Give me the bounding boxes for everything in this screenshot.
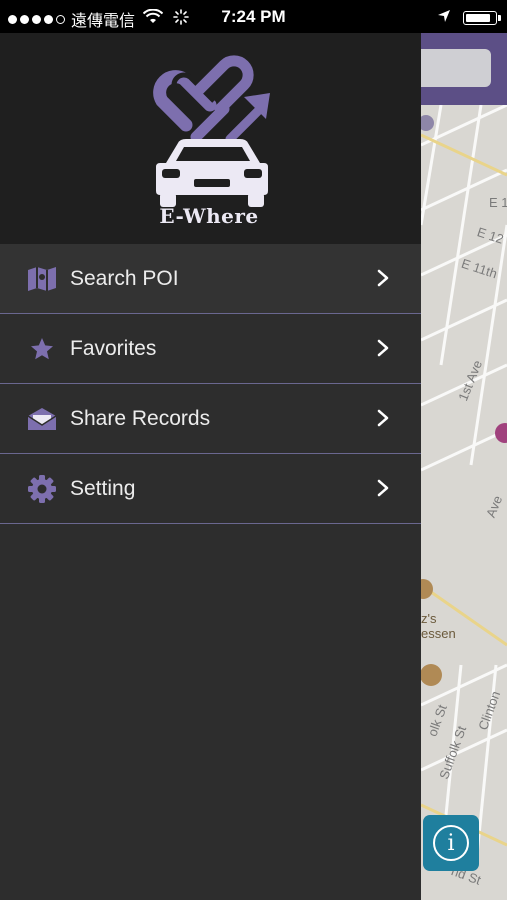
map-poi-label: essen	[421, 626, 456, 641]
chevron-right-icon	[375, 268, 391, 288]
drawer-menu: Search POI Favorites Share Records Setti…	[0, 244, 421, 524]
map-view[interactable]: E 1 E 12 E 11th 1st Ave Ave z's essen ol…	[421, 33, 507, 900]
chevron-right-icon	[375, 478, 391, 498]
map-street-label: E 1	[489, 195, 507, 210]
menu-item-share-records[interactable]: Share Records	[0, 384, 421, 454]
menu-item-label: Search POI	[70, 266, 179, 290]
app-logo-text: E-Where	[159, 204, 259, 228]
menu-item-label: Favorites	[70, 336, 157, 360]
menu-item-search-poi[interactable]: Search POI	[0, 244, 421, 314]
menu-item-favorites[interactable]: Favorites	[0, 314, 421, 384]
map-icon	[27, 265, 57, 293]
app-logo-icon	[153, 55, 270, 207]
gear-icon	[27, 475, 57, 503]
chevron-right-icon	[375, 408, 391, 428]
map-toolbar	[421, 33, 507, 105]
envelope-icon	[27, 405, 57, 433]
map-poi-label: z's	[421, 611, 437, 626]
menu-item-label: Setting	[70, 476, 136, 500]
info-icon: i	[433, 825, 469, 861]
battery-icon	[463, 11, 501, 25]
clock: 7:24 PM	[221, 7, 286, 26]
menu-item-setting[interactable]: Setting	[0, 454, 421, 524]
side-menu-drawer: E-Where Search POI Favorites Share Recor…	[0, 33, 421, 900]
status-bar: 遠傳電信 7:24 PM	[0, 0, 507, 33]
drawer-header: E-Where	[0, 33, 421, 244]
info-button[interactable]: i	[423, 815, 479, 871]
map-search-field[interactable]	[421, 49, 491, 87]
star-icon	[27, 335, 57, 363]
menu-item-label: Share Records	[70, 406, 211, 430]
location-arrow-icon	[437, 8, 451, 28]
chevron-right-icon	[375, 338, 391, 358]
